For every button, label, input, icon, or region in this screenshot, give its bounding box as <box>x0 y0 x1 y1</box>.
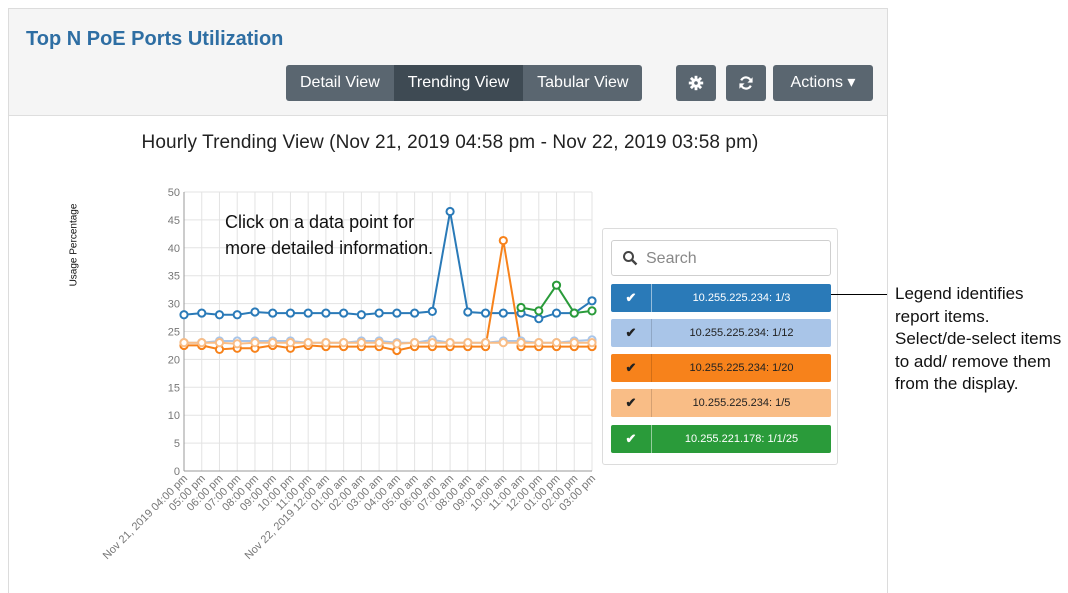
data-point[interactable] <box>285 308 296 318</box>
legend-item[interactable]: ✔ 10.255.225.234: 1/5 <box>611 389 831 417</box>
legend-search-input[interactable] <box>644 247 828 271</box>
legend-item[interactable]: ✔ 10.255.225.234: 1/3 <box>611 284 831 312</box>
y-tick-label: 45 <box>168 215 180 227</box>
data-point[interactable] <box>410 308 420 318</box>
data-point[interactable] <box>534 314 544 324</box>
data-point[interactable] <box>392 308 402 318</box>
data-point[interactable] <box>179 338 189 348</box>
data-point[interactable] <box>250 338 260 348</box>
data-point[interactable] <box>463 338 473 348</box>
data-point[interactable] <box>516 338 526 348</box>
callout-leader-line <box>831 294 887 295</box>
data-point[interactable] <box>587 296 597 306</box>
data-point[interactable] <box>374 308 384 318</box>
legend-panel: ✔ 10.255.225.234: 1/3 ✔ 10.255.225.234: 1/1… <box>602 228 838 465</box>
data-point[interactable] <box>179 310 189 320</box>
legend-search <box>611 240 831 276</box>
data-point[interactable] <box>480 308 491 318</box>
legend-item-label: 10.255.225.234: 1/3 <box>692 292 791 304</box>
data-point[interactable] <box>197 308 207 318</box>
y-tick-label: 20 <box>168 354 180 366</box>
data-point[interactable] <box>250 307 260 317</box>
y-tick-label: 30 <box>168 299 180 311</box>
legend-checkbox[interactable]: ✔ <box>611 425 651 453</box>
legend-checkbox[interactable]: ✔ <box>611 354 651 382</box>
y-tick-label: 50 <box>168 187 180 199</box>
series-line <box>184 341 592 345</box>
y-tick-label: 15 <box>168 382 180 394</box>
data-point[interactable] <box>232 310 242 320</box>
search-icon <box>623 251 638 266</box>
y-tick-label: 35 <box>168 271 180 283</box>
data-point[interactable] <box>321 338 331 348</box>
data-point[interactable] <box>303 338 313 348</box>
data-point[interactable] <box>268 338 278 348</box>
data-point[interactable] <box>197 338 207 348</box>
data-point[interactable] <box>214 310 225 320</box>
data-point[interactable] <box>587 306 597 316</box>
data-point[interactable] <box>232 339 242 349</box>
data-point[interactable] <box>498 338 508 348</box>
legend-checkbox[interactable]: ✔ <box>611 389 651 417</box>
data-point[interactable] <box>445 338 455 348</box>
x-tick-label: Nov 21, 2019 04:00 pm <box>101 473 190 562</box>
data-point[interactable] <box>534 306 544 316</box>
data-point[interactable] <box>569 308 579 318</box>
data-point[interactable] <box>551 280 562 290</box>
legend-item-label: 10.255.225.234: 1/5 <box>692 397 791 409</box>
y-tick-label: 5 <box>174 438 180 450</box>
legend-checkbox[interactable]: ✔ <box>611 319 651 347</box>
data-point[interactable] <box>498 235 508 246</box>
legend-checkbox[interactable]: ✔ <box>611 284 651 312</box>
data-point[interactable] <box>214 338 225 348</box>
chart-hint-text: Click on a data point for more detailed … <box>225 212 434 258</box>
data-point[interactable] <box>339 338 349 348</box>
data-point[interactable] <box>569 338 579 348</box>
legend-callout-text: Legend identifies report items. Select/d… <box>895 284 1062 393</box>
data-point[interactable] <box>480 338 491 348</box>
data-point[interactable] <box>534 338 544 348</box>
legend-item-label: 10.255.225.234: 1/20 <box>689 362 794 374</box>
legend-item[interactable]: ✔ 10.255.221.178: 1/1/25 <box>611 425 831 453</box>
data-point[interactable] <box>516 302 526 313</box>
legend-item[interactable]: ✔ 10.255.225.234: 1/20 <box>611 354 831 382</box>
data-point[interactable] <box>392 339 402 349</box>
y-axis-label: Usage Percentage <box>68 203 80 287</box>
data-point[interactable] <box>285 338 296 348</box>
y-tick-label: 10 <box>168 410 180 422</box>
data-point[interactable] <box>427 306 437 317</box>
y-tick-label: 25 <box>168 327 180 339</box>
y-tick-label: 40 <box>168 243 180 255</box>
data-point[interactable] <box>356 338 366 348</box>
data-point[interactable] <box>551 338 562 348</box>
data-point[interactable] <box>321 308 331 318</box>
data-point[interactable] <box>551 308 562 318</box>
data-point[interactable] <box>374 338 384 348</box>
data-point[interactable] <box>427 338 437 348</box>
data-point[interactable] <box>268 308 278 318</box>
data-point[interactable] <box>410 338 420 348</box>
data-point[interactable] <box>356 310 366 320</box>
legend-item[interactable]: ✔ 10.255.225.234: 1/12 <box>611 319 831 347</box>
data-point[interactable] <box>587 338 597 348</box>
data-point[interactable] <box>498 308 508 318</box>
data-point[interactable] <box>303 308 313 318</box>
legend-item-label: 10.255.225.234: 1/12 <box>689 327 794 339</box>
data-point[interactable] <box>463 307 473 317</box>
legend-item-label: 10.255.221.178: 1/1/25 <box>684 433 799 445</box>
data-point[interactable] <box>339 308 349 318</box>
